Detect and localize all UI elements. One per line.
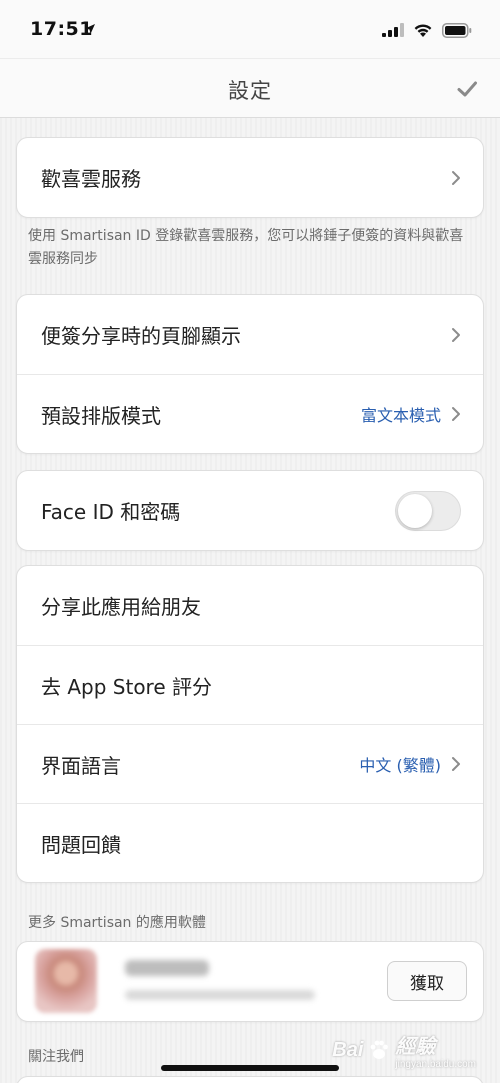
wifi-icon: [414, 23, 432, 37]
rate-app-row[interactable]: 去 App Store 評分: [17, 645, 483, 724]
chevron-right-icon: [452, 407, 460, 421]
page-title: 設定: [228, 79, 272, 103]
navigation-bar: 設定: [0, 58, 500, 118]
chevron-right-icon: [452, 327, 460, 342]
battery-icon: [442, 22, 472, 38]
faceid-row: Face ID 和密碼: [17, 471, 483, 550]
chevron-right-icon: [452, 757, 460, 771]
faceid-label: Face ID 和密碼: [41, 500, 181, 524]
default-layout-value: 富文本模式: [360, 406, 441, 425]
status-bar: 17:51: [0, 0, 500, 58]
paw-icon: [370, 1040, 389, 1059]
share-footer-label: 便簽分享時的頁腳顯示: [41, 324, 241, 348]
watermark-text: 經驗 jingyan.baidu.com: [395, 1030, 476, 1070]
watermark-url: jingyan.baidu.com: [395, 1059, 476, 1070]
checkmark-icon[interactable]: [456, 78, 478, 100]
app-name-blurred: [125, 960, 209, 976]
toggle-knob: [398, 493, 432, 528]
default-layout-row[interactable]: 預設排版模式 富文本模式: [17, 374, 483, 453]
cellular-signal-icon: [382, 23, 404, 37]
cloud-service-row[interactable]: 歡喜雲服務: [17, 138, 483, 217]
cloud-service-caption: 使用 Smartisan ID 登錄歡喜雲服務，您可以將錘子便簽的資料與歡喜雲服…: [28, 228, 464, 267]
language-row[interactable]: 界面語言 中文 (繁體): [17, 724, 483, 803]
watermark-brand-tail: 經驗: [395, 1036, 436, 1058]
get-app-button[interactable]: 獲取: [387, 961, 467, 1001]
app-description-blurred: [125, 990, 315, 1000]
cloud-service-label: 歡喜雲服務: [41, 167, 141, 191]
feedback-row[interactable]: 問題回饋: [17, 803, 483, 882]
status-icons: [382, 20, 472, 40]
faceid-toggle[interactable]: [395, 490, 461, 531]
general-card: 分享此應用給朋友 去 App Store 評分 界面語言 中文 (繁體) 問題回…: [16, 565, 484, 883]
watermark-brand: Bai: [332, 1038, 364, 1061]
language-value: 中文 (繁體): [359, 756, 441, 775]
baidu-watermark: Bai 經驗 jingyan.baidu.com: [332, 1030, 476, 1070]
security-card: Face ID 和密碼: [16, 470, 484, 551]
feedback-label: 問題回饋: [41, 832, 121, 857]
default-layout-label: 預設排版模式: [41, 403, 161, 428]
chevron-right-icon: [452, 170, 460, 185]
cloud-service-card: 歡喜雲服務: [16, 137, 484, 218]
app-icon: [35, 949, 97, 1013]
more-apps-header: 更多 Smartisan 的應用軟體: [28, 915, 206, 931]
share-footer-row[interactable]: 便簽分享時的頁腳顯示: [17, 295, 483, 374]
more-apps-card: 獲取: [16, 941, 484, 1022]
rate-app-label: 去 App Store 評分: [41, 674, 213, 699]
follow-us-card: [16, 1076, 484, 1083]
share-app-label: 分享此應用給朋友: [41, 595, 201, 619]
app-list-item[interactable]: 獲取: [17, 942, 483, 1021]
share-app-row[interactable]: 分享此應用給朋友: [17, 566, 483, 645]
notes-settings-card: 便簽分享時的頁腳顯示 預設排版模式 富文本模式: [16, 294, 484, 454]
location-arrow-icon: [85, 24, 95, 34]
home-indicator[interactable]: [161, 1065, 339, 1071]
language-label: 界面語言: [41, 753, 121, 778]
